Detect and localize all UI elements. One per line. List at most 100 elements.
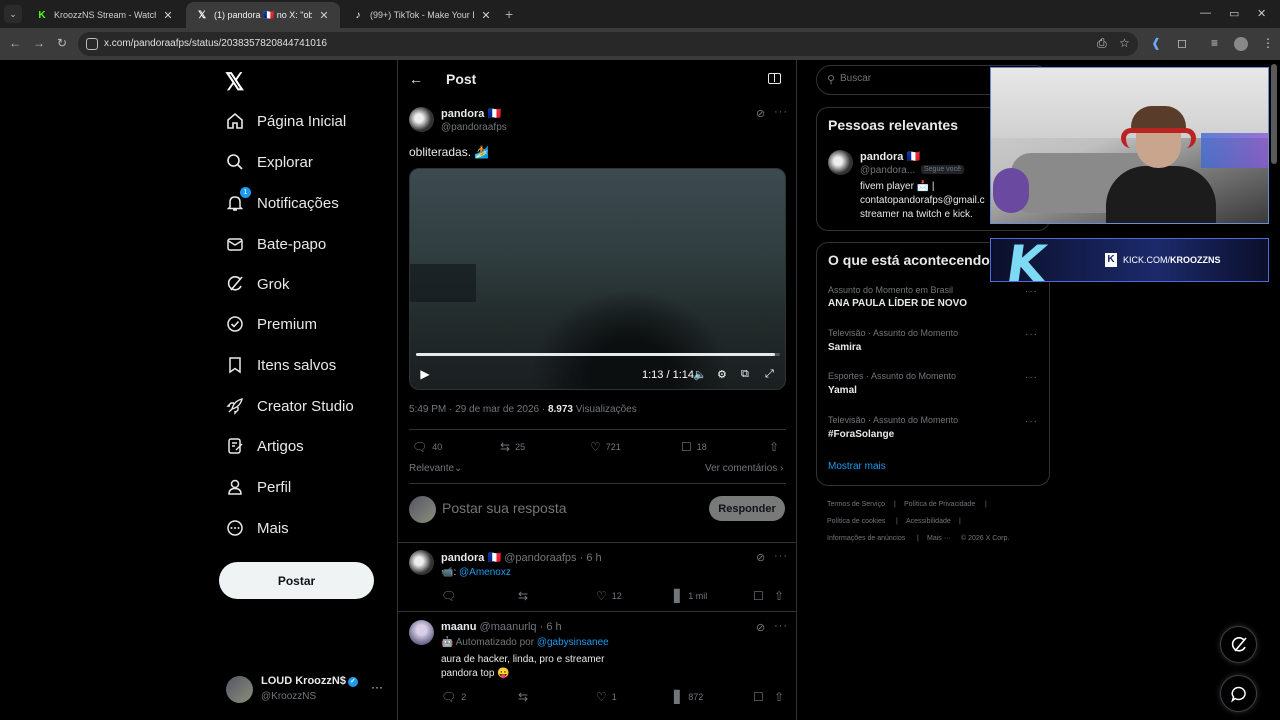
grok-fab-icon[interactable] xyxy=(1220,626,1257,663)
nav-explore[interactable]: Explorar xyxy=(225,147,313,177)
avatar[interactable] xyxy=(828,150,853,175)
views-action[interactable]: ▋ 872 xyxy=(674,690,703,704)
author-avatar[interactable] xyxy=(409,107,434,132)
minimize-icon[interactable]: — xyxy=(1200,7,1211,19)
nav-profile[interactable]: Perfil xyxy=(225,472,291,502)
new-tab-button[interactable]: + xyxy=(505,6,513,22)
accessibility-link[interactable]: Acessibilidade xyxy=(906,518,951,525)
nav-home[interactable]: Página Inicial xyxy=(225,106,346,136)
close-window-icon[interactable]: ✕ xyxy=(1257,7,1266,20)
scrollbar[interactable] xyxy=(1271,64,1277,164)
mention-link[interactable]: @gabysinsanee xyxy=(537,637,609,648)
reply-input[interactable] xyxy=(442,500,692,516)
bookmark-star-icon[interactable]: ☆ xyxy=(1119,36,1130,50)
reply-button[interactable]: Responder xyxy=(709,496,785,521)
mention-link[interactable]: @Amenoxz xyxy=(459,567,511,578)
nav-premium[interactable]: Premium xyxy=(225,309,317,339)
more-link[interactable]: Mais ··· xyxy=(927,535,951,542)
site-info-icon[interactable] xyxy=(86,38,98,50)
trend-name[interactable]: Yamal xyxy=(828,385,857,396)
share-action[interactable]: ⇧ xyxy=(769,440,784,454)
reader-mode-icon[interactable] xyxy=(768,73,781,84)
author-handle[interactable]: @pandoraafps xyxy=(441,122,507,133)
reply-action[interactable]: 🗨 2 xyxy=(441,690,466,704)
address-bar[interactable]: x.com/pandoraafps/status/203835782084474… xyxy=(78,32,1138,56)
nav-chat[interactable]: Bate-papo xyxy=(225,229,326,259)
share-action[interactable]: ⇧ xyxy=(774,690,789,704)
x-logo[interactable]: 𝕏 xyxy=(225,68,244,97)
trend-name[interactable]: Samira xyxy=(828,342,861,353)
bookmark-action[interactable]: ☐ xyxy=(753,690,769,704)
repost-action[interactable]: ⇆ 25 xyxy=(500,440,525,454)
play-icon[interactable]: ▶ xyxy=(418,367,432,381)
show-more-link[interactable]: Mostrar mais xyxy=(828,461,886,472)
install-icon[interactable]: ⎙ xyxy=(1097,36,1107,51)
tab-search-button[interactable]: ⌄ xyxy=(4,5,22,23)
extensions-icon[interactable]: ◻ xyxy=(1177,36,1187,50)
more-icon[interactable]: ··· xyxy=(774,620,788,632)
more-icon[interactable]: ··· xyxy=(1025,372,1038,383)
reply-action[interactable]: 🗨 xyxy=(441,589,461,603)
picture-in-picture-icon[interactable]: ⧉ xyxy=(741,368,749,381)
profile-avatar-icon[interactable] xyxy=(1234,37,1248,51)
person-name[interactable]: pandora 🇫🇷 xyxy=(860,150,920,163)
cookies-link[interactable]: Política de cookies xyxy=(827,518,885,525)
volume-icon[interactable]: 🔈 xyxy=(693,368,707,381)
views-action[interactable]: ▋ 1 mil xyxy=(674,589,707,603)
more-icon[interactable]: ··· xyxy=(774,550,788,562)
video-progress-bar[interactable] xyxy=(416,353,780,356)
close-tab-icon[interactable]: ✕ xyxy=(318,9,330,22)
tab-groups-icon[interactable]: ≡ xyxy=(1211,36,1218,50)
nav-bookmarks[interactable]: Itens salvos xyxy=(225,350,336,380)
more-icon[interactable]: ··· xyxy=(371,680,383,694)
more-icon[interactable]: ··· xyxy=(1025,416,1038,427)
reply-action[interactable]: 🗨 40 xyxy=(412,440,442,454)
grok-icon[interactable]: ⊘ xyxy=(756,107,765,120)
more-icon[interactable]: ··· xyxy=(1025,329,1038,340)
person-handle[interactable]: @pandora... xyxy=(860,165,915,176)
video-player[interactable]: ▶ 1:13 / 1:14 🔈 ⚙ ⧉ ⤢ xyxy=(409,168,786,390)
tab-tiktok[interactable]: ♪ (99+) TikTok - Make Your Day ✕ xyxy=(342,2,502,28)
nav-more[interactable]: Mais xyxy=(225,513,289,543)
back-icon[interactable]: ← xyxy=(9,36,21,50)
grok-icon[interactable]: ⊘ xyxy=(756,551,765,564)
comment-avatar[interactable] xyxy=(409,550,434,575)
search-input[interactable] xyxy=(840,73,990,84)
tab-x-post[interactable]: 𝕏 (1) pandora 🇫🇷 no X: "obliterada ✕ xyxy=(186,2,340,28)
tab-kick[interactable]: K KroozzNS Stream - Watch Live o ✕ xyxy=(26,2,184,28)
comment-author[interactable]: maanu @maanurlq · 6 h xyxy=(441,621,562,633)
reload-icon[interactable]: ↻ xyxy=(57,36,67,50)
ads-info-link[interactable]: Informações de anúncios xyxy=(827,535,905,542)
repost-action[interactable]: ⇆ xyxy=(518,690,533,704)
forward-icon[interactable]: → xyxy=(33,36,45,50)
comment-author[interactable]: pandora 🇫🇷 @pandoraafps · 6 h xyxy=(441,551,602,564)
nav-grok[interactable]: Grok xyxy=(225,269,290,299)
nav-notifications[interactable]: 1 Notificações xyxy=(225,187,339,218)
like-action[interactable]: ♡ 12 xyxy=(596,589,622,603)
see-comments-link[interactable]: Ver comentários › xyxy=(705,463,783,474)
messages-fab-icon[interactable] xyxy=(1220,675,1257,712)
settings-gear-icon[interactable]: ⚙ xyxy=(717,368,727,381)
like-action[interactable]: ♡ 721 xyxy=(590,440,621,454)
extension-audio-icon[interactable]: ❰ xyxy=(1151,36,1161,50)
trend-name[interactable]: ANA PAULA LÍDER DE NOVO xyxy=(828,298,967,309)
account-switcher[interactable]: LOUD KroozzN$ ✓ @KroozzNS ··· xyxy=(226,674,386,704)
bookmark-action[interactable]: ☐ 18 xyxy=(681,440,707,454)
restore-icon[interactable]: ▭ xyxy=(1229,7,1239,20)
sort-dropdown[interactable]: Relevante⌄ xyxy=(409,463,462,474)
trend-name[interactable]: #ForaSolange xyxy=(828,429,894,440)
close-tab-icon[interactable]: ✕ xyxy=(480,9,492,22)
grok-icon[interactable]: ⊘ xyxy=(756,621,765,634)
nav-articles[interactable]: Artigos xyxy=(225,431,304,461)
like-action[interactable]: ♡ 1 xyxy=(596,690,617,704)
browser-menu-icon[interactable]: ⋮ xyxy=(1262,36,1274,50)
bookmark-action[interactable]: ☐ xyxy=(753,589,769,603)
back-arrow-icon[interactable]: ← xyxy=(409,71,423,87)
share-action[interactable]: ⇧ xyxy=(774,589,789,603)
privacy-link[interactable]: Política de Privacidade xyxy=(904,501,975,508)
terms-link[interactable]: Termos de Serviço xyxy=(827,501,885,508)
post-button[interactable]: Postar xyxy=(219,562,374,599)
author-name[interactable]: pandora 🇫🇷 xyxy=(441,107,501,120)
more-icon[interactable]: ··· xyxy=(774,106,788,118)
more-icon[interactable]: ··· xyxy=(1025,286,1038,297)
